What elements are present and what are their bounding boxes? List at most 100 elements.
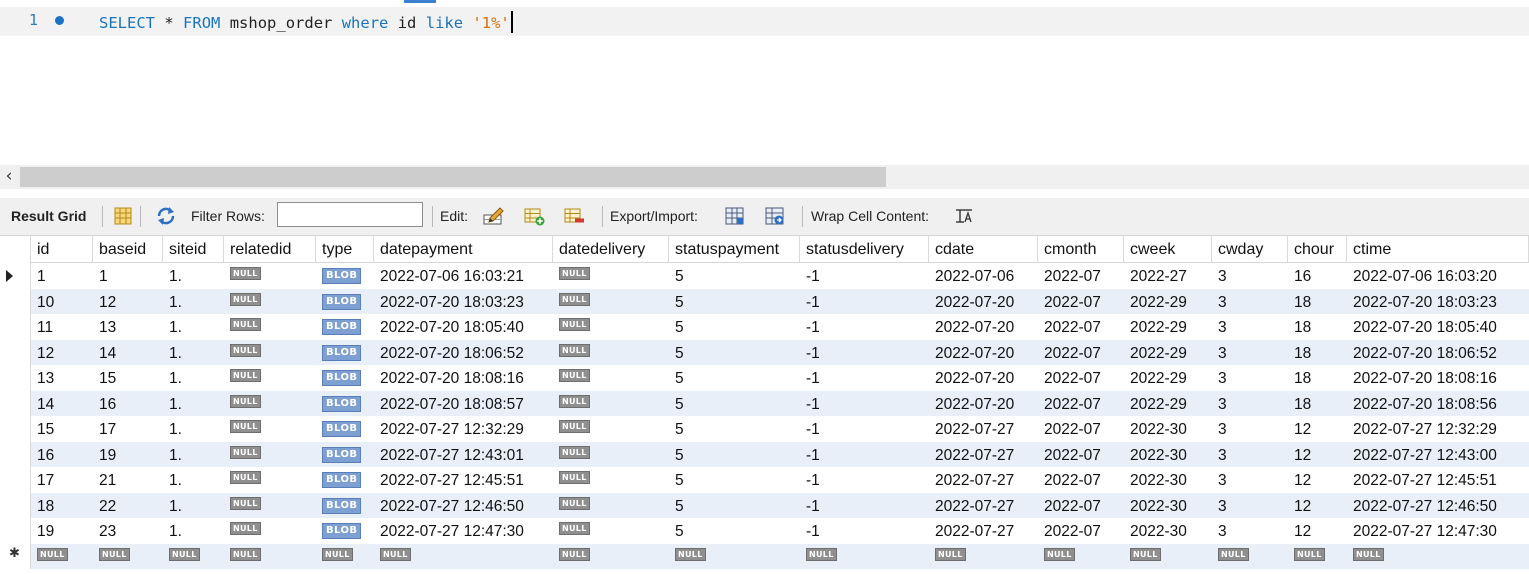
cell-cweek[interactable]: NULL (1124, 544, 1212, 570)
cell-baseid[interactable]: 19 (93, 442, 163, 468)
cell-cmonth[interactable]: 2022-07 (1038, 289, 1124, 315)
cell-chour[interactable]: 12 (1288, 442, 1347, 468)
cell-siteid[interactable]: 1. (163, 263, 224, 289)
cell-datedelivery[interactable]: NULL (553, 467, 669, 493)
row-header[interactable] (0, 441, 31, 467)
cell-statuspayment[interactable]: 5 (669, 442, 800, 468)
cell-cdate[interactable]: 2022-07-27 (929, 467, 1038, 493)
cell-siteid[interactable]: 1. (163, 518, 224, 544)
cell-type[interactable]: BLOB (316, 493, 374, 519)
cell-ctime[interactable]: 2022-07-20 18:03:23 (1347, 289, 1529, 315)
cell-id[interactable]: 12 (31, 340, 93, 366)
edit-row-icon[interactable] (482, 206, 504, 226)
cell-statusdelivery[interactable]: NULL (800, 544, 929, 570)
cell-chour[interactable]: 18 (1288, 314, 1347, 340)
cell-baseid[interactable]: 16 (93, 391, 163, 417)
cell-statuspayment[interactable]: 5 (669, 289, 800, 315)
cell-statusdelivery[interactable]: -1 (800, 416, 929, 442)
cell-cwday[interactable]: 3 (1212, 391, 1288, 417)
cell-statusdelivery[interactable]: -1 (800, 340, 929, 366)
row-header[interactable] (0, 314, 31, 340)
cell-chour[interactable]: 12 (1288, 518, 1347, 544)
cell-cwday[interactable]: 3 (1212, 416, 1288, 442)
cell-siteid[interactable]: 1. (163, 340, 224, 366)
table-row[interactable]: 16 19 1. NULL BLOB 2022-07-27 12:43:01 NULL 5 -1… (0, 441, 1529, 468)
cell-cmonth[interactable]: 2022-07 (1038, 416, 1124, 442)
cell-statusdelivery[interactable]: -1 (800, 442, 929, 468)
cell-type[interactable]: BLOB (316, 518, 374, 544)
cell-siteid[interactable]: 1. (163, 391, 224, 417)
cell-cweek[interactable]: 2022-29 (1124, 391, 1212, 417)
cell-id[interactable]: NULL (31, 544, 93, 570)
import-icon[interactable] (764, 206, 786, 226)
cell-type[interactable]: BLOB (316, 467, 374, 493)
cell-cweek[interactable]: 2022-27 (1124, 263, 1212, 289)
cell-cweek[interactable]: 2022-30 (1124, 442, 1212, 468)
cell-statusdelivery[interactable]: -1 (800, 263, 929, 289)
table-row[interactable]: 14 16 1. NULL BLOB 2022-07-20 18:08:57 NULL 5 -1… (0, 390, 1529, 417)
cell-datepayment[interactable]: 2022-07-27 12:43:01 (374, 442, 553, 468)
cell-chour[interactable]: 12 (1288, 467, 1347, 493)
cell-cwday[interactable]: 3 (1212, 340, 1288, 366)
cell-relatedid[interactable]: NULL (224, 518, 316, 544)
cell-datedelivery[interactable]: NULL (553, 442, 669, 468)
cell-id[interactable]: 13 (31, 365, 93, 391)
cell-datedelivery[interactable]: NULL (553, 289, 669, 315)
result-grid-tab[interactable]: Result Grid (11, 198, 86, 235)
add-row-icon[interactable] (523, 206, 545, 226)
cell-cwday[interactable]: 3 (1212, 493, 1288, 519)
column-header-chour[interactable]: chour (1288, 236, 1347, 263)
cell-baseid[interactable]: 13 (93, 314, 163, 340)
cell-cmonth[interactable]: 2022-07 (1038, 518, 1124, 544)
cell-datedelivery[interactable]: NULL (553, 314, 669, 340)
row-header[interactable] (0, 365, 31, 391)
cell-statusdelivery[interactable]: -1 (800, 289, 929, 315)
cell-ctime[interactable]: 2022-07-20 18:08:16 (1347, 365, 1529, 391)
column-header-id[interactable]: id (31, 236, 93, 263)
cell-id[interactable]: 11 (31, 314, 93, 340)
cell-ctime[interactable]: 2022-07-27 12:32:29 (1347, 416, 1529, 442)
cell-datepayment[interactable]: 2022-07-27 12:47:30 (374, 518, 553, 544)
cell-id[interactable]: 10 (31, 289, 93, 315)
cell-statusdelivery[interactable]: -1 (800, 314, 929, 340)
cell-relatedid[interactable]: NULL (224, 289, 316, 315)
cell-relatedid[interactable]: NULL (224, 263, 316, 289)
cell-datedelivery[interactable]: NULL (553, 493, 669, 519)
cell-cmonth[interactable]: 2022-07 (1038, 442, 1124, 468)
cell-cwday[interactable]: 3 (1212, 467, 1288, 493)
cell-statuspayment[interactable]: 5 (669, 263, 800, 289)
column-header-siteid[interactable]: siteid (163, 236, 224, 263)
row-header[interactable] (0, 416, 31, 442)
cell-datedelivery[interactable]: NULL (553, 416, 669, 442)
cell-cweek[interactable]: 2022-30 (1124, 416, 1212, 442)
new-row[interactable]: ✱ NULL NULL NULL NULL NULL NULL NULL NULL NULL NUL… (0, 543, 1529, 570)
cell-statuspayment[interactable]: 5 (669, 365, 800, 391)
cell-baseid[interactable]: 21 (93, 467, 163, 493)
cell-cmonth[interactable]: NULL (1038, 544, 1124, 570)
cell-cweek[interactable]: 2022-29 (1124, 289, 1212, 315)
cell-cmonth[interactable]: 2022-07 (1038, 493, 1124, 519)
cell-baseid[interactable]: NULL (93, 544, 163, 570)
cell-siteid[interactable]: 1. (163, 314, 224, 340)
cell-relatedid[interactable]: NULL (224, 340, 316, 366)
filter-rows-input[interactable] (277, 202, 423, 227)
cell-cmonth[interactable]: 2022-07 (1038, 365, 1124, 391)
export-icon[interactable] (724, 206, 746, 226)
cell-relatedid[interactable]: NULL (224, 544, 316, 570)
cell-ctime[interactable]: 2022-07-06 16:03:20 (1347, 263, 1529, 289)
cell-id[interactable]: 16 (31, 442, 93, 468)
cell-type[interactable]: BLOB (316, 416, 374, 442)
cell-statuspayment[interactable]: 5 (669, 416, 800, 442)
cell-baseid[interactable]: 17 (93, 416, 163, 442)
cell-type[interactable]: BLOB (316, 263, 374, 289)
cell-datepayment[interactable]: NULL (374, 544, 553, 570)
delete-row-icon[interactable] (563, 206, 585, 226)
cell-datedelivery[interactable]: NULL (553, 365, 669, 391)
cell-chour[interactable]: 18 (1288, 340, 1347, 366)
cell-siteid[interactable]: NULL (163, 544, 224, 570)
cell-cweek[interactable]: 2022-30 (1124, 518, 1212, 544)
cell-datepayment[interactable]: 2022-07-20 18:08:16 (374, 365, 553, 391)
cell-cweek[interactable]: 2022-30 (1124, 493, 1212, 519)
cell-type[interactable]: NULL (316, 544, 374, 570)
cell-statusdelivery[interactable]: -1 (800, 493, 929, 519)
